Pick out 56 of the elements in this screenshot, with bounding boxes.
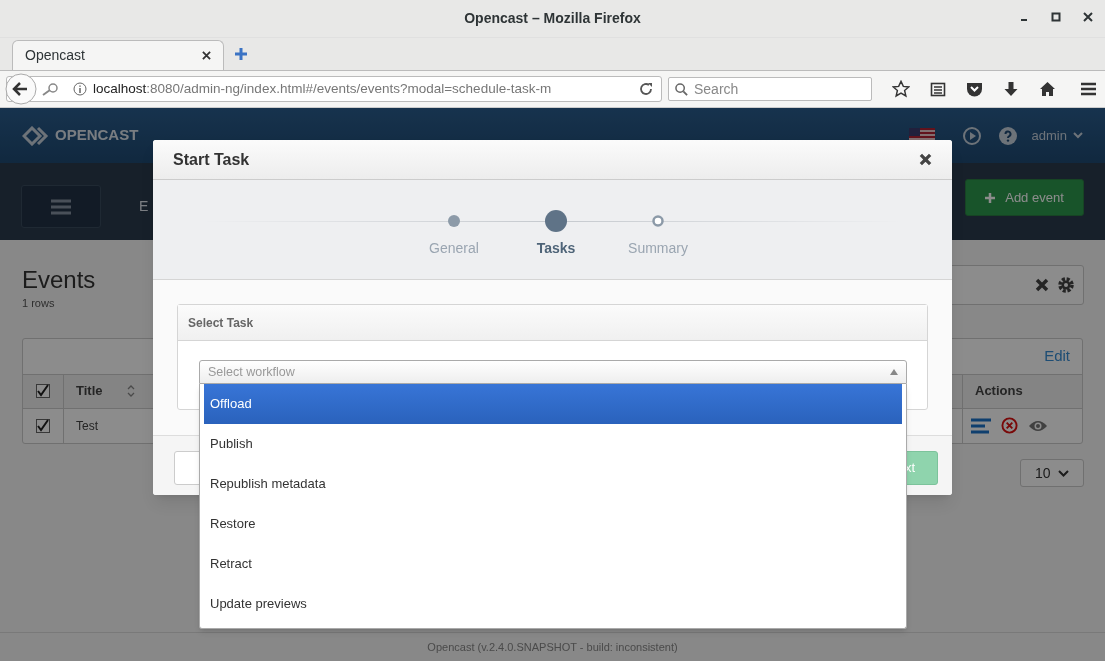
preview-icon[interactable] xyxy=(1028,418,1048,433)
reading-list-icon[interactable] xyxy=(930,81,946,97)
table-cell-text: Test xyxy=(76,417,98,435)
dropdown-option[interactable]: Offload xyxy=(204,384,902,424)
nav-tab[interactable]: E xyxy=(139,196,149,217)
user-menu[interactable]: admin xyxy=(1031,125,1083,146)
pocket-icon[interactable] xyxy=(966,81,983,97)
url-bar[interactable]: localhost:8080/admin-ng/index.html#/events/events?modal=schedule-task-m xyxy=(6,76,662,102)
bookmark-star-icon[interactable] xyxy=(892,80,910,98)
settings-icon[interactable] xyxy=(1057,276,1075,294)
logo-text: OPENCAST xyxy=(55,125,139,146)
row-count: 1 rows xyxy=(22,296,55,311)
checkbox[interactable] xyxy=(36,384,50,398)
plus-icon xyxy=(985,192,996,203)
dropdown-option[interactable]: Retract xyxy=(204,544,902,584)
page-title: Events xyxy=(22,265,96,295)
logo-icon xyxy=(22,125,50,146)
new-tab-icon[interactable] xyxy=(234,47,248,61)
chevron-down-icon xyxy=(1073,132,1083,139)
close-icon[interactable] xyxy=(1083,12,1093,22)
browser-tab[interactable]: Opencast xyxy=(12,40,224,70)
dropdown-option[interactable]: Restore xyxy=(204,504,902,544)
dropdown-option[interactable]: Publish xyxy=(204,424,902,464)
menu-icon[interactable] xyxy=(1080,81,1097,97)
checkbox[interactable] xyxy=(36,418,50,433)
home-icon[interactable] xyxy=(1039,81,1056,97)
step-label[interactable]: Tasks xyxy=(536,238,576,259)
add-event-button[interactable]: Add event xyxy=(965,179,1084,216)
search-field[interactable]: Search xyxy=(668,77,872,101)
panel-title: Select Task xyxy=(188,314,254,332)
modal-title: Start Task xyxy=(173,149,250,170)
window-title: Opencast – Mozilla Firefox xyxy=(464,9,641,28)
info-icon[interactable] xyxy=(73,82,87,96)
reload-icon[interactable] xyxy=(639,82,653,96)
details-icon[interactable] xyxy=(971,417,991,434)
edit-link[interactable]: Edit xyxy=(1044,344,1070,368)
column-header[interactable]: Title xyxy=(76,381,103,401)
download-icon[interactable] xyxy=(1003,81,1019,97)
page-size-select[interactable]: 10 xyxy=(1020,459,1084,487)
column-header: Actions xyxy=(975,382,1023,401)
play-icon[interactable] xyxy=(962,126,981,145)
search-icon xyxy=(675,82,688,96)
close-icon[interactable] xyxy=(919,153,932,166)
back-icon[interactable] xyxy=(5,73,37,105)
clear-icon[interactable] xyxy=(1035,278,1049,292)
menu-icon xyxy=(51,198,71,215)
url-text: localhost:8080/admin-ng/index.html#/events/events?modal=schedule-task-m xyxy=(93,79,552,98)
workflow-select[interactable]: Select workflow xyxy=(199,360,907,384)
chevron-down-icon xyxy=(1058,469,1069,477)
help-icon[interactable] xyxy=(998,126,1017,145)
delete-icon[interactable] xyxy=(1001,417,1018,434)
footer-text: Opencast (v.2.4.0.SNAPSHOT - build: inconsistent) xyxy=(427,639,678,655)
dropdown-option[interactable]: Update previews xyxy=(204,584,902,624)
close-icon[interactable] xyxy=(202,51,211,60)
maximize-icon[interactable] xyxy=(1051,12,1061,22)
dropdown-option[interactable]: Republish metadata xyxy=(204,464,902,504)
